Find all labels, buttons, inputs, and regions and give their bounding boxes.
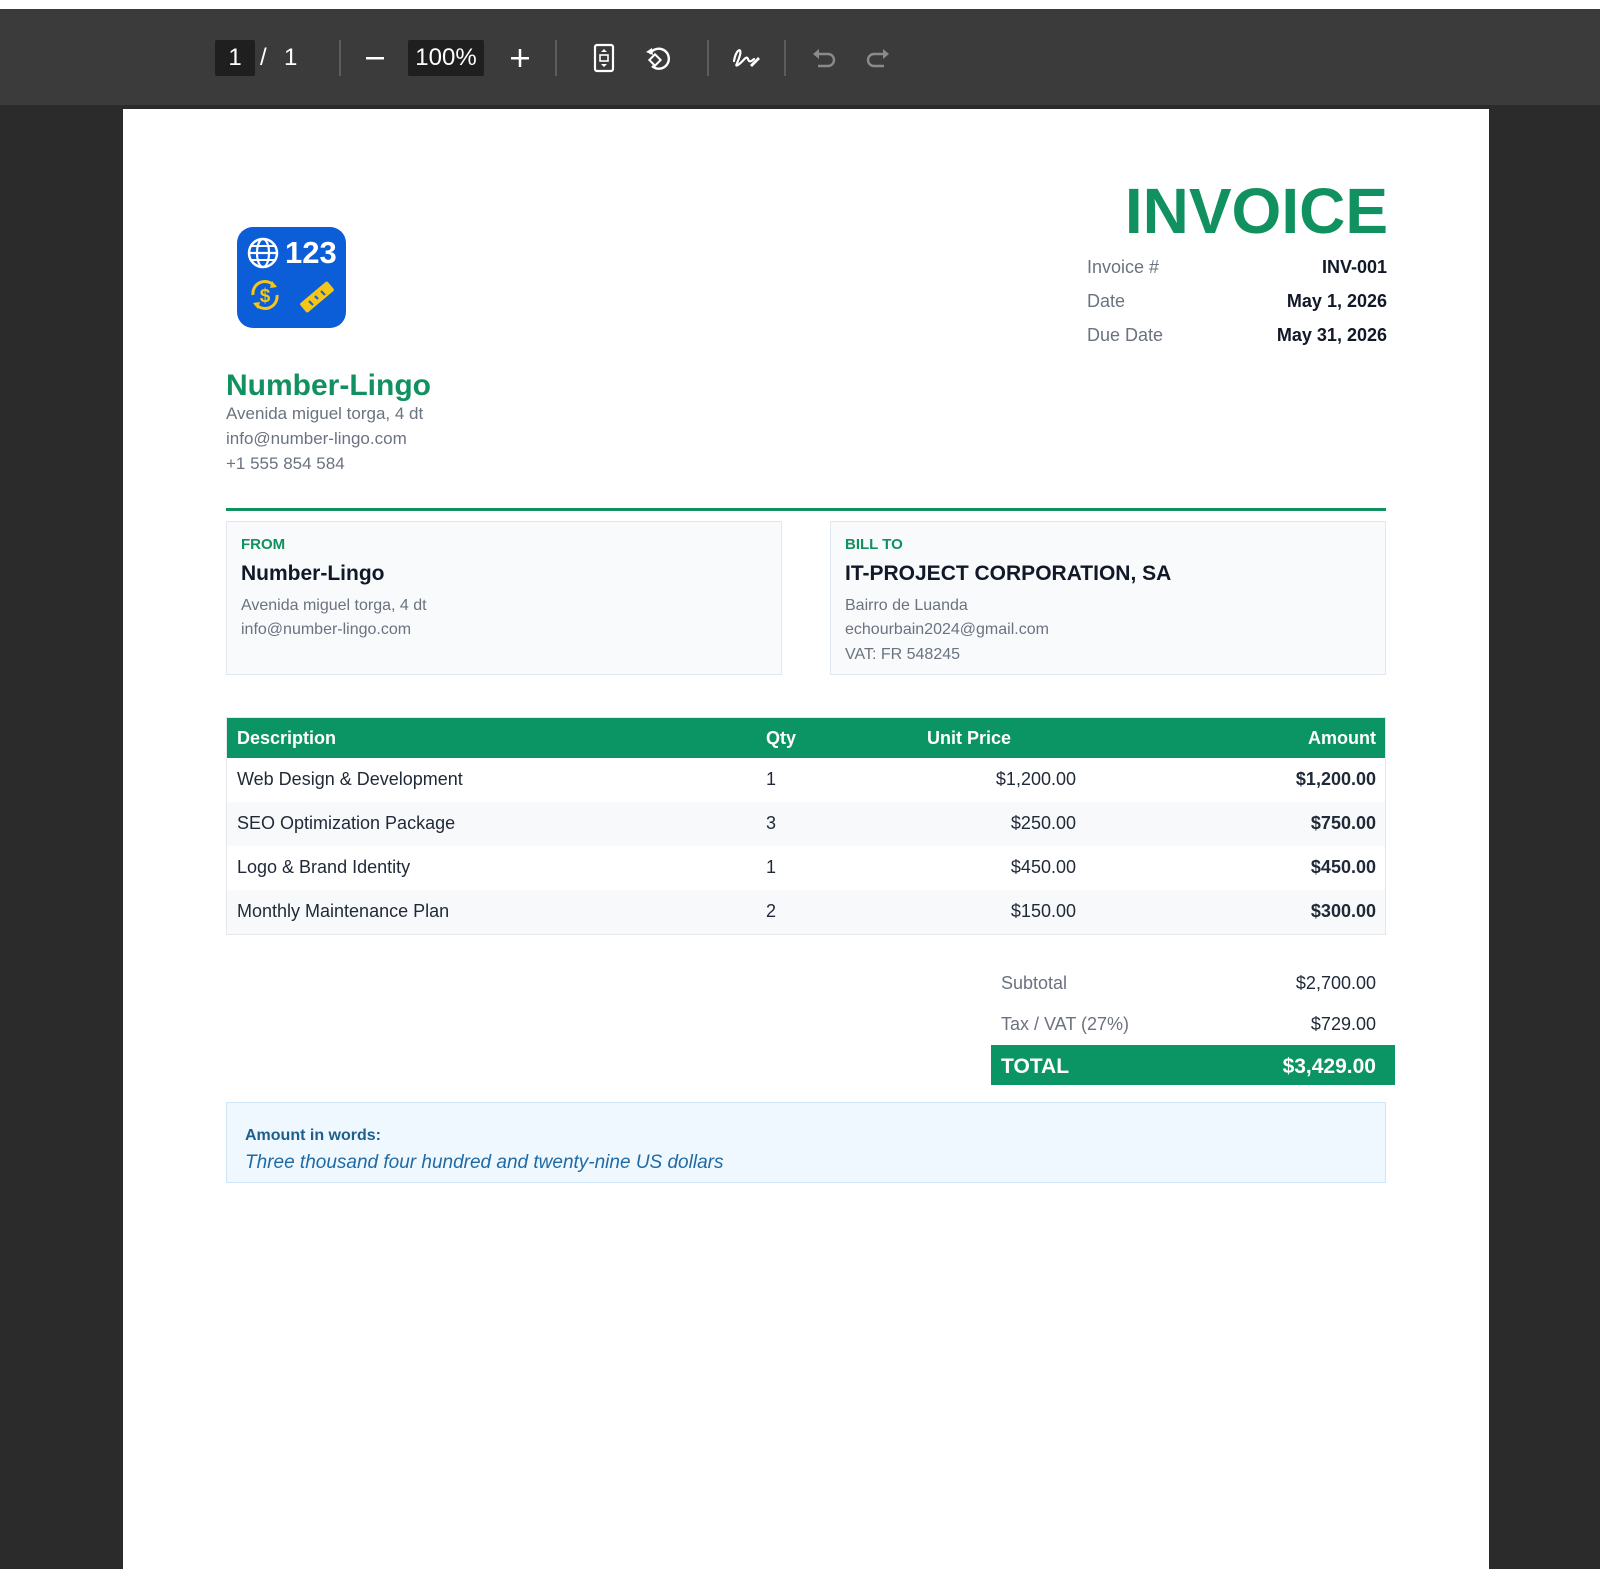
zoom-out-button[interactable] bbox=[357, 40, 393, 76]
meta-row: Invoice # INV-001 bbox=[1087, 257, 1387, 291]
tax-row: Tax / VAT (27%) $729.00 bbox=[991, 1004, 1395, 1045]
table-row: Monthly Maintenance Plan 2 $150.00 $300.… bbox=[227, 890, 1385, 934]
header-unit-price: Unit Price bbox=[927, 728, 1012, 748]
row-amount: $300.00 bbox=[1310, 901, 1376, 921]
zoom-out-icon bbox=[366, 57, 384, 60]
globe-icon bbox=[247, 237, 279, 269]
meta-row: Date May 1, 2026 bbox=[1087, 291, 1387, 325]
row-amount: $750.00 bbox=[1310, 813, 1376, 833]
row-description: Monthly Maintenance Plan bbox=[237, 901, 450, 921]
rotate-button[interactable] bbox=[640, 40, 676, 76]
currency-exchange-icon: $ bbox=[251, 280, 279, 310]
bill-to-address: Bairro de Luanda bbox=[845, 597, 968, 614]
zoom-in-icon bbox=[511, 49, 529, 67]
invoice-meta: Invoice # INV-001 Date May 1, 2026 Due D… bbox=[1087, 257, 1387, 359]
line-items-table: Description Qty Unit Price Amount Web De… bbox=[226, 717, 1386, 935]
row-qty: 3 bbox=[766, 813, 777, 833]
row-unit-price: $150.00 bbox=[1010, 901, 1076, 921]
table-row: Logo & Brand Identity 1 $450.00 $450.00 bbox=[227, 846, 1385, 890]
table-body: Web Design & Development 1 $1,200.00 $1,… bbox=[227, 758, 1385, 934]
undo-icon bbox=[813, 49, 836, 68]
from-name: Number-Lingo bbox=[241, 562, 385, 585]
page-separator: / bbox=[260, 44, 267, 71]
redo-button[interactable] bbox=[860, 40, 896, 76]
bill-to-vat: VAT: FR 548245 bbox=[845, 646, 961, 663]
section-divider bbox=[226, 508, 1386, 511]
row-description: SEO Optimization Package bbox=[237, 813, 456, 833]
from-box: FROM Number-Lingo Avenida miguel torga, … bbox=[226, 521, 782, 675]
fit-page-button[interactable] bbox=[586, 40, 622, 76]
redo-icon bbox=[866, 49, 889, 68]
subtotal-row: Subtotal $2,700.00 bbox=[991, 963, 1395, 1004]
row-description: Logo & Brand Identity bbox=[237, 857, 411, 877]
row-qty: 2 bbox=[766, 901, 777, 921]
tax-value: $729.00 bbox=[1310, 1014, 1376, 1034]
row-amount: $450.00 bbox=[1310, 857, 1376, 877]
toolbar-divider bbox=[339, 40, 341, 76]
header-qty: Qty bbox=[766, 728, 797, 748]
window-top-edge bbox=[0, 0, 1600, 9]
bill-to-label: BILL TO bbox=[845, 536, 903, 553]
company-phone: +1 555 854 584 bbox=[226, 454, 345, 473]
company-name: Number-Lingo bbox=[226, 369, 431, 402]
invoice-title: INVOICE bbox=[1124, 175, 1388, 247]
pdf-page: 123 $ INVOICE Invoice # INV-001 Date May… bbox=[123, 109, 1489, 1569]
from-address: Avenida miguel torga, 4 dt bbox=[241, 597, 427, 614]
row-unit-price: $250.00 bbox=[1010, 813, 1076, 833]
meta-value: INV-001 bbox=[1321, 257, 1387, 277]
rotate-icon bbox=[646, 47, 671, 70]
svg-text:$: $ bbox=[260, 286, 271, 307]
company-email: info@number-lingo.com bbox=[226, 429, 407, 448]
table-header: Description Qty Unit Price Amount bbox=[227, 718, 1385, 758]
from-email: info@number-lingo.com bbox=[241, 621, 412, 638]
subtotal-value: $2,700.00 bbox=[1295, 973, 1376, 993]
zoom-level[interactable]: 100% bbox=[408, 40, 484, 76]
meta-value: May 31, 2026 bbox=[1276, 325, 1387, 345]
bill-to-box: BILL TO IT-PROJECT CORPORATION, SA Bairr… bbox=[830, 521, 1386, 675]
subtotal-label: Subtotal bbox=[1001, 973, 1068, 993]
company-logo: 123 $ bbox=[237, 227, 346, 328]
toolbar-divider bbox=[555, 40, 557, 76]
table-row: Web Design & Development 1 $1,200.00 $1,… bbox=[227, 758, 1385, 802]
fit-page-icon bbox=[593, 43, 615, 73]
table-row: SEO Optimization Package 3 $250.00 $750.… bbox=[227, 802, 1385, 846]
bill-to-email: echourbain2024@gmail.com bbox=[845, 621, 1049, 638]
sign-button[interactable] bbox=[728, 40, 764, 76]
sign-icon bbox=[732, 49, 760, 67]
totals-block: Subtotal $2,700.00 Tax / VAT (27%) $729.… bbox=[991, 963, 1395, 1085]
undo-button[interactable] bbox=[806, 40, 842, 76]
from-label: FROM bbox=[241, 536, 286, 553]
bill-to-name: IT-PROJECT CORPORATION, SA bbox=[845, 562, 1172, 585]
header-description: Description bbox=[237, 728, 337, 748]
total-value: $3,429.00 bbox=[1282, 1055, 1376, 1078]
row-unit-price: $450.00 bbox=[1010, 857, 1076, 877]
amount-in-words-text: Three thousand four hundred and twenty-n… bbox=[245, 1152, 724, 1173]
total-row: TOTAL $3,429.00 bbox=[991, 1045, 1395, 1085]
pdf-toolbar: 1 / 1 100% bbox=[0, 9, 1600, 105]
toolbar-divider bbox=[784, 40, 786, 76]
meta-row: Due Date May 31, 2026 bbox=[1087, 325, 1387, 359]
meta-label: Invoice # bbox=[1087, 257, 1160, 277]
row-description: Web Design & Development bbox=[237, 769, 463, 789]
meta-label: Due Date bbox=[1087, 325, 1164, 345]
toolbar-divider bbox=[707, 40, 709, 76]
zoom-in-button[interactable] bbox=[502, 40, 538, 76]
amount-in-words-label: Amount in words: bbox=[245, 1127, 381, 1144]
row-amount: $1,200.00 bbox=[1295, 769, 1376, 789]
company-address: Avenida miguel torga, 4 dt bbox=[226, 404, 424, 423]
amount-in-words-box: Amount in words: Three thousand four hun… bbox=[226, 1102, 1386, 1183]
page-number-input[interactable]: 1 bbox=[215, 40, 255, 76]
meta-value: May 1, 2026 bbox=[1286, 291, 1387, 311]
logo-text: 123 bbox=[285, 235, 337, 270]
page-total: 1 bbox=[284, 44, 298, 71]
header-amount: Amount bbox=[1308, 728, 1376, 748]
total-label: TOTAL bbox=[1001, 1055, 1070, 1078]
ruler-icon bbox=[300, 281, 334, 313]
tax-label: Tax / VAT (27%) bbox=[1001, 1014, 1130, 1034]
row-unit-price: $1,200.00 bbox=[995, 769, 1076, 789]
row-qty: 1 bbox=[766, 857, 777, 877]
row-qty: 1 bbox=[766, 769, 777, 789]
meta-label: Date bbox=[1087, 291, 1126, 311]
